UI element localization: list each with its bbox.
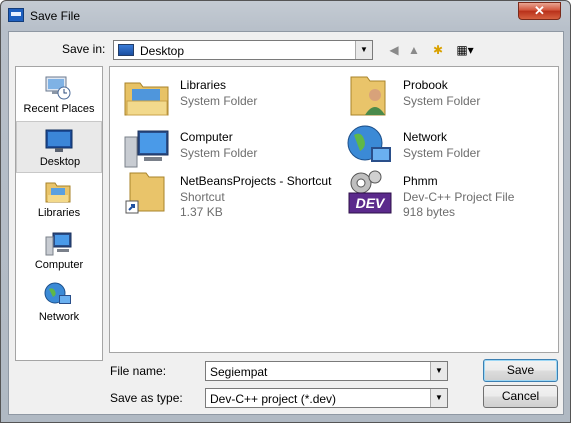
save-in-dropdown[interactable]: Desktop ▼: [113, 40, 373, 60]
file-name: Computer: [180, 130, 233, 144]
dev-project-icon: DEV: [348, 170, 392, 214]
window-title: Save File: [30, 9, 81, 23]
chevron-down-icon[interactable]: ▼: [430, 389, 447, 407]
libraries-icon: [45, 182, 71, 203]
app-icon: [8, 8, 24, 22]
place-network[interactable]: Network: [16, 277, 102, 329]
file-type: System Folder: [403, 94, 481, 108]
new-folder-icon[interactable]: ✱: [430, 42, 446, 58]
place-label: Libraries: [37, 207, 81, 219]
file-type: Shortcut: [180, 190, 225, 204]
file-item-netbeans-shortcut[interactable]: NetBeansProjects - Shortcut Shortcut 1.3…: [122, 167, 342, 225]
save-in-label: Save in:: [62, 42, 106, 56]
file-list: Libraries System Folder Probook System F…: [109, 66, 559, 353]
place-label: Desktop: [39, 156, 81, 168]
file-name: Phmm: [403, 174, 438, 188]
place-desktop[interactable]: Desktop: [16, 121, 102, 173]
file-name-input[interactable]: Segiempat ▼: [205, 361, 448, 381]
file-name: NetBeansProjects - Shortcut: [180, 174, 332, 188]
desktop-icon: [45, 129, 73, 152]
save-as-type-value: Dev-C++ project (*.dev): [210, 392, 337, 406]
close-button[interactable]: ✕: [518, 2, 561, 20]
file-type: System Folder: [180, 94, 258, 108]
places-bar: Recent Places Desktop Libraries Computer…: [15, 66, 103, 361]
chevron-down-icon[interactable]: ▼: [355, 41, 372, 59]
place-recent-places[interactable]: Recent Places: [16, 69, 102, 121]
user-folder-icon: [350, 76, 386, 116]
network-icon: [44, 282, 71, 304]
save-as-type-dropdown[interactable]: Dev-C++ project (*.dev) ▼: [205, 388, 448, 408]
computer-icon: [45, 232, 72, 256]
network-globe-icon: [347, 125, 391, 162]
computer-icon: [124, 130, 169, 168]
up-folder-icon[interactable]: ▲: [406, 42, 422, 58]
file-name: Probook: [403, 78, 448, 92]
view-menu-icon[interactable]: ▦▾: [452, 42, 478, 58]
place-computer[interactable]: Computer: [16, 225, 102, 277]
file-item-network[interactable]: Network System Folder: [345, 123, 565, 173]
dialog-body: Save in: Desktop ▼ ◀ ▲ ✱ ▦▾ Recent Place…: [8, 31, 564, 415]
save-file-dialog: Save File ✕ Save in: Desktop ▼ ◀ ▲ ✱ ▦▾ …: [0, 0, 571, 423]
title-bar[interactable]: Save File ✕: [1, 1, 570, 31]
place-label: Computer: [34, 259, 84, 271]
file-name: Network: [403, 130, 448, 144]
file-item-probook[interactable]: Probook System Folder: [345, 71, 565, 121]
place-label: Recent Places: [23, 103, 95, 115]
back-icon[interactable]: ◀: [386, 42, 402, 58]
file-item-libraries[interactable]: Libraries System Folder: [122, 71, 342, 121]
save-button[interactable]: Save: [483, 359, 558, 382]
file-type: System Folder: [180, 146, 258, 160]
libraries-folder-icon: [124, 82, 169, 116]
save-in-value: Desktop: [140, 44, 185, 58]
file-item-phmm[interactable]: DEV Phmm Dev-C++ Project File 918 bytes: [345, 167, 565, 225]
desktop-icon: [118, 44, 134, 56]
file-size: 918 bytes: [403, 205, 456, 219]
file-type: Dev-C++ Project File: [403, 190, 515, 204]
recent-places-icon: [45, 76, 71, 100]
place-libraries[interactable]: Libraries: [16, 173, 102, 225]
file-name: Libraries: [180, 78, 227, 92]
file-item-computer[interactable]: Computer System Folder: [122, 123, 342, 173]
file-type: System Folder: [403, 146, 481, 160]
place-label: Network: [38, 311, 80, 323]
file-size: 1.37 KB: [180, 205, 223, 219]
cancel-button[interactable]: Cancel: [483, 385, 558, 408]
save-as-type-label: Save as type:: [110, 391, 183, 405]
file-name-label: File name:: [110, 364, 167, 378]
file-name-value: Segiempat: [210, 365, 268, 379]
chevron-down-icon[interactable]: ▼: [430, 362, 447, 380]
folder-shortcut-icon: [125, 172, 165, 214]
dev-badge-text: DEV: [356, 195, 386, 211]
